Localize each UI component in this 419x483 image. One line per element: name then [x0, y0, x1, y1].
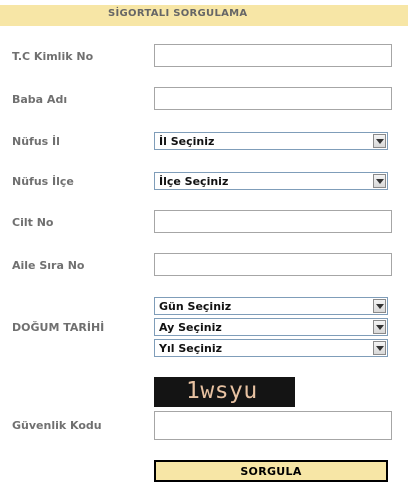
- tc-kimlik-no-label: T.C Kimlik No: [12, 50, 94, 63]
- dogum-yil-selected-value: Yıl Seçiniz: [159, 342, 223, 355]
- baba-adi-label: Baba Adı: [12, 93, 68, 106]
- nufus-il-select[interactable]: İl Seçiniz: [154, 132, 388, 150]
- tc-kimlik-no-input[interactable]: [154, 44, 392, 67]
- nufus-ilce-label: Nüfus İlçe: [12, 175, 74, 188]
- guvenlik-kodu-input[interactable]: [154, 411, 392, 440]
- nufus-il-selected-value: İl Seçiniz: [159, 135, 215, 148]
- dogum-ay-select[interactable]: Ay Seçiniz: [154, 318, 388, 336]
- nufus-ilce-select[interactable]: İlçe Seçiniz: [154, 172, 388, 190]
- dogum-tarihi-label: DOĞUM TARİHİ: [12, 321, 105, 334]
- baba-adi-input[interactable]: [154, 87, 392, 110]
- sorgula-button-label: SORGULA: [240, 465, 302, 478]
- aile-sira-no-label: Aile Sıra No: [12, 259, 85, 272]
- sorgula-button[interactable]: SORGULA: [154, 460, 388, 482]
- header-bar: SİGORTALI SORGULAMA: [0, 5, 408, 26]
- dogum-gun-select[interactable]: Gün Seçiniz: [154, 297, 388, 315]
- dogum-ay-selected-value: Ay Seçiniz: [159, 321, 222, 334]
- nufus-ilce-selected-value: İlçe Seçiniz: [159, 175, 229, 188]
- cilt-no-label: Cilt No: [12, 216, 54, 229]
- chevron-down-icon[interactable]: [373, 134, 386, 148]
- page-title: SİGORTALI SORGULAMA: [108, 8, 248, 19]
- chevron-down-icon[interactable]: [373, 341, 386, 355]
- dogum-yil-select[interactable]: Yıl Seçiniz: [154, 339, 388, 357]
- chevron-down-icon[interactable]: [373, 174, 386, 188]
- cilt-no-input[interactable]: [154, 210, 392, 233]
- captcha-text: 1wsyu: [186, 378, 258, 404]
- guvenlik-kodu-label: Güvenlik Kodu: [12, 419, 102, 432]
- chevron-down-icon[interactable]: [373, 299, 386, 313]
- dogum-gun-selected-value: Gün Seçiniz: [159, 300, 232, 313]
- chevron-down-icon[interactable]: [373, 320, 386, 334]
- aile-sira-no-input[interactable]: [154, 253, 392, 276]
- nufus-il-label: Nüfus İl: [12, 135, 60, 148]
- captcha-image: 1wsyu: [154, 377, 295, 407]
